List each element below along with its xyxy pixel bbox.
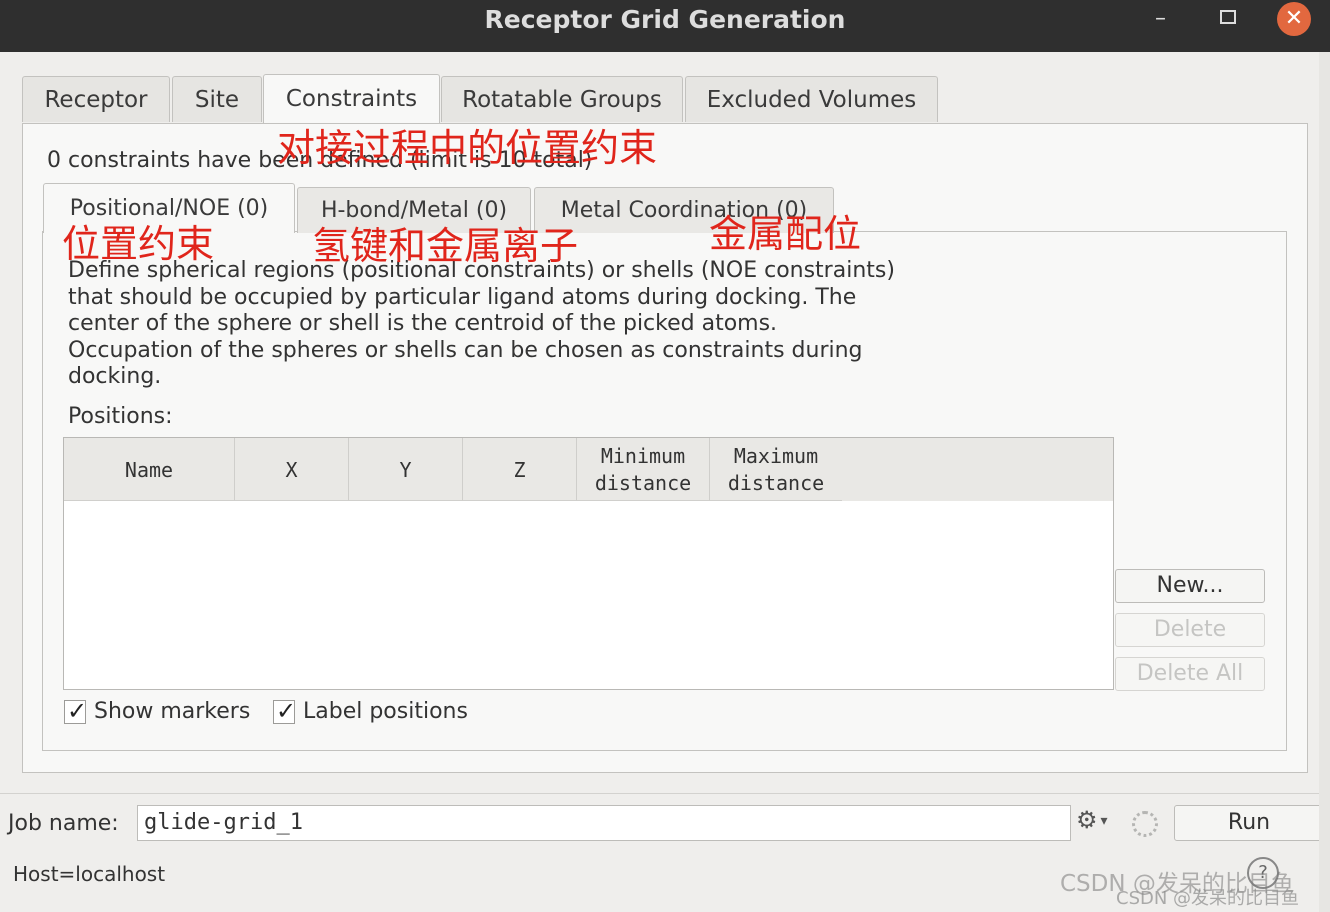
new-button[interactable]: New... [1115, 569, 1265, 603]
job-name-input[interactable]: glide-grid_1 [137, 805, 1071, 841]
column-header-min-distance[interactable]: Minimum distance [577, 438, 710, 501]
column-header-x[interactable]: X [235, 438, 349, 501]
annotation-constraints: 对接过程中的位置约束 [277, 126, 658, 170]
watermark: CSDN @发呆的比目鱼 [1116, 888, 1300, 909]
positions-table[interactable]: Name X Y Z Minimum distance Maximum distan… [63, 437, 1114, 690]
divider [0, 793, 1330, 794]
annotation-metal: 金属配位 [709, 212, 862, 256]
annotation-hbond: 氢键和金属离子 [312, 224, 579, 268]
gear-icon[interactable]: ⚙ ▾ [1076, 806, 1108, 834]
column-header-max-distance[interactable]: Maximum distance [710, 438, 843, 501]
checkbox-icon[interactable]: ✓ [273, 697, 296, 725]
header-filler [842, 438, 1113, 501]
column-header-name[interactable]: Name [64, 438, 235, 501]
label-positions-checkbox[interactable]: ✓ Label positions [273, 697, 468, 725]
show-markers-label: Show markers [94, 699, 251, 724]
description-line: that should be occupied by particular li… [68, 284, 857, 310]
close-icon[interactable]: ✕ [1277, 2, 1311, 36]
title-bar: Receptor Grid Generation – ✕ [0, 0, 1330, 52]
description-text: Define spherical regions (positional con… [68, 258, 968, 391]
tab-constraints[interactable]: Constraints [263, 74, 440, 123]
window-edge [1319, 52, 1330, 912]
delete-all-button[interactable]: Delete All [1115, 657, 1265, 691]
run-button[interactable]: Run [1174, 805, 1324, 841]
tab-receptor[interactable]: Receptor [22, 76, 170, 122]
host-status: Host=localhost [13, 862, 166, 886]
delete-button[interactable]: Delete [1115, 613, 1265, 647]
description-line: docking. [68, 364, 162, 390]
column-header-y[interactable]: Y [349, 438, 463, 501]
minimize-icon[interactable]: – [1155, 6, 1166, 31]
table-header: Name X Y Z Minimum distance Maximum distan… [64, 438, 1113, 501]
tab-excluded-volumes[interactable]: Excluded Volumes [685, 76, 938, 122]
positions-label: Positions: [68, 404, 173, 429]
spinner-icon [1132, 811, 1158, 837]
description-line: Occupation of the spheres or shells can … [68, 337, 863, 363]
job-name-label: Job name: [8, 811, 119, 836]
checkbox-icon[interactable]: ✓ [64, 697, 87, 725]
window-title: Receptor Grid Generation [484, 5, 846, 34]
tab-site[interactable]: Site [172, 76, 262, 122]
column-header-z[interactable]: Z [463, 438, 577, 501]
maximize-icon[interactable] [1220, 6, 1240, 26]
label-positions-label: Label positions [303, 699, 468, 724]
tab-rotatable-groups[interactable]: Rotatable Groups [441, 76, 683, 122]
description-line: center of the sphere or shell is the cen… [68, 311, 778, 337]
annotation-positional: 位置约束 [62, 222, 215, 266]
show-markers-checkbox[interactable]: ✓ Show markers [64, 697, 251, 725]
